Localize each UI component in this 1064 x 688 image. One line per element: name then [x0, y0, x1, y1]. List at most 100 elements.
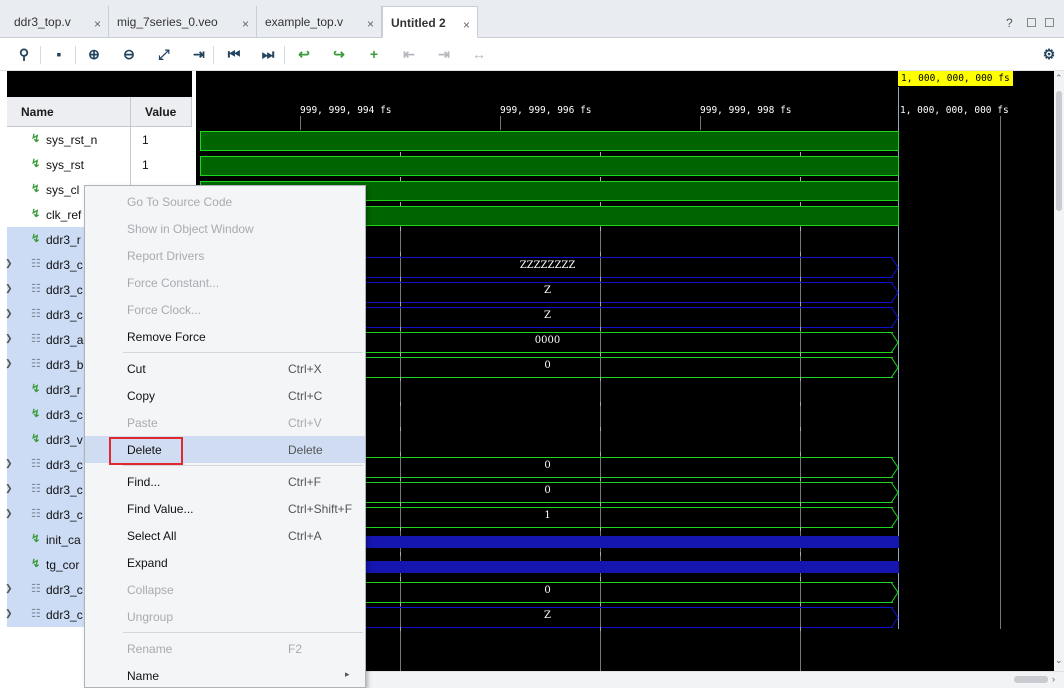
row-tick-mark [400, 452, 401, 456]
row-tick-mark [400, 602, 401, 606]
menu-item-label: Go To Source Code [127, 195, 233, 209]
close-icon[interactable]: × [94, 17, 101, 31]
row-tick-mark [400, 227, 401, 231]
menu-item-expand[interactable]: Expand [85, 549, 365, 576]
close-icon[interactable]: × [367, 17, 374, 31]
signal-name: ddr3_r [46, 383, 81, 397]
tab-mig-7series[interactable]: mig_7series_0.veo × [109, 6, 257, 37]
menu-item-label: Force Clock... [127, 303, 202, 317]
save-icon[interactable]: ▪ [49, 44, 69, 64]
horizontal-scroll-thumb[interactable] [1014, 676, 1048, 683]
bit-signal-icon: ↯ [31, 133, 41, 145]
previous-marker-icon: ⇤ [403, 46, 415, 62]
scroll-right-icon[interactable]: › [1052, 674, 1055, 684]
row-tick-mark [800, 252, 801, 256]
go-to-start-icon[interactable]: ⏮ [224, 44, 244, 64]
close-icon[interactable]: × [242, 17, 249, 31]
zoom-in-icon[interactable]: ⊕ [84, 44, 104, 64]
tab-example-top[interactable]: example_top.v × [257, 6, 382, 37]
menu-item-label: Delete [127, 443, 162, 457]
row-tick-mark [600, 227, 601, 231]
waveform-bit-high[interactable] [200, 131, 899, 151]
add-marker-icon[interactable]: + [364, 44, 384, 64]
vertical-scrollbar[interactable]: ⌃ ⌄ [1054, 71, 1064, 671]
row-tick-mark [400, 527, 401, 531]
expand-arrow-icon[interactable]: ❯ [5, 483, 13, 494]
previous-transition-icon[interactable]: ↩ [294, 44, 314, 64]
menu-item-remove-force[interactable]: Remove Force [85, 323, 365, 350]
row-tick-mark [800, 302, 801, 306]
signal-name: sys_rst_n [46, 133, 98, 147]
gear-icon[interactable]: ⚙ [1039, 44, 1059, 64]
menu-item-copy[interactable]: Copy Ctrl+C [85, 382, 365, 409]
row-tick-mark [600, 577, 601, 581]
search-icon[interactable]: ⚲ [14, 44, 34, 64]
row-tick-mark [600, 327, 601, 331]
signal-row[interactable]: ↯ sys_rst_n 1 [7, 127, 192, 152]
expand-arrow-icon[interactable]: ❯ [5, 358, 13, 369]
bus-signal-icon: ☷ [31, 308, 41, 320]
menu-item-label: Find... [127, 475, 161, 489]
bit-signal-icon: ↯ [31, 433, 41, 445]
bus-signal-icon: ☷ [31, 583, 41, 595]
go-to-cursor-icon[interactable]: ⇥ [189, 44, 209, 64]
tab-label: mig_7series_0.veo [117, 15, 218, 29]
tab-untitled-2[interactable]: Untitled 2 × [382, 6, 478, 38]
tab-ddr3-top[interactable]: ddr3_top.v × [6, 6, 109, 37]
menu-item-select-all[interactable]: Select All Ctrl+A [85, 522, 365, 549]
menu-item-name[interactable]: Name ▸ [85, 662, 365, 688]
bit-signal-icon: ↯ [31, 208, 41, 220]
row-tick-mark [400, 477, 401, 481]
close-icon[interactable]: × [463, 18, 470, 32]
go-to-end-icon[interactable]: ⏭ [258, 44, 278, 64]
row-tick-mark [400, 427, 401, 431]
name-column-header[interactable]: Name [7, 97, 131, 127]
restore-icon[interactable]: ☐ [1026, 16, 1037, 30]
vertical-scroll-thumb[interactable] [1056, 91, 1062, 211]
zoom-out-icon[interactable]: ⊖ [119, 44, 139, 64]
signal-row[interactable]: ↯ sys_rst 1 [7, 152, 192, 177]
menu-item-cut[interactable]: Cut Ctrl+X [85, 355, 365, 382]
tab-bar: ddr3_top.v × mig_7series_0.veo × example… [0, 0, 1064, 38]
scroll-down-icon[interactable]: ⌄ [1055, 655, 1063, 666]
expand-arrow-icon[interactable]: ❯ [5, 508, 13, 519]
signal-name: ddr3_c [46, 308, 83, 322]
bit-signal-icon: ↯ [31, 558, 41, 570]
value-column-header[interactable]: Value [131, 97, 192, 127]
menu-item-go-to-source-code: Go To Source Code [85, 188, 365, 215]
menu-item-ungroup: Ungroup [85, 603, 365, 630]
expand-arrow-icon[interactable]: ❯ [5, 458, 13, 469]
row-tick-mark [600, 427, 601, 431]
expand-arrow-icon[interactable]: ❯ [5, 308, 13, 319]
scroll-up-icon[interactable]: ⌃ [1055, 73, 1063, 84]
row-tick-mark [600, 527, 601, 531]
maximize-icon[interactable]: ☐ [1044, 16, 1055, 30]
next-transition-icon[interactable]: ↪ [329, 44, 349, 64]
zoom-fit-icon[interactable]: ⤢ [154, 44, 174, 64]
row-tick-mark [800, 427, 801, 431]
menu-item-show-in-object-window: Show in Object Window [85, 215, 365, 242]
row-tick-mark [600, 402, 601, 406]
grid-line [300, 116, 301, 130]
expand-arrow-icon[interactable]: ❯ [5, 258, 13, 269]
row-tick-mark [600, 452, 601, 456]
expand-arrow-icon[interactable]: ❯ [5, 333, 13, 344]
menu-item-delete[interactable]: Delete Delete [85, 436, 365, 465]
waveform-bit-high[interactable] [200, 156, 899, 176]
menu-item-find[interactable]: Find... Ctrl+F [85, 468, 365, 495]
row-tick-mark [800, 577, 801, 581]
cursor-time-label[interactable]: 1, 000, 000, 000 fs [898, 71, 1013, 86]
expand-arrow-icon[interactable]: ❯ [5, 608, 13, 619]
menu-separator [123, 352, 363, 353]
menu-item-find-value[interactable]: Find Value... Ctrl+Shift+F [85, 495, 365, 522]
menu-item-label: Show in Object Window [127, 222, 254, 236]
toolbar-separator [284, 46, 285, 64]
signal-value: 1 [142, 133, 149, 147]
menu-item-force-constant: Force Constant... [85, 269, 365, 296]
row-tick-mark [600, 477, 601, 481]
time-tick-label: 1, 000, 000, 000 fs [900, 105, 1009, 116]
expand-arrow-icon[interactable]: ❯ [5, 583, 13, 594]
help-icon[interactable]: ? [1006, 16, 1013, 30]
time-tick-label: 999, 999, 994 fs [300, 105, 392, 116]
expand-arrow-icon[interactable]: ❯ [5, 283, 13, 294]
